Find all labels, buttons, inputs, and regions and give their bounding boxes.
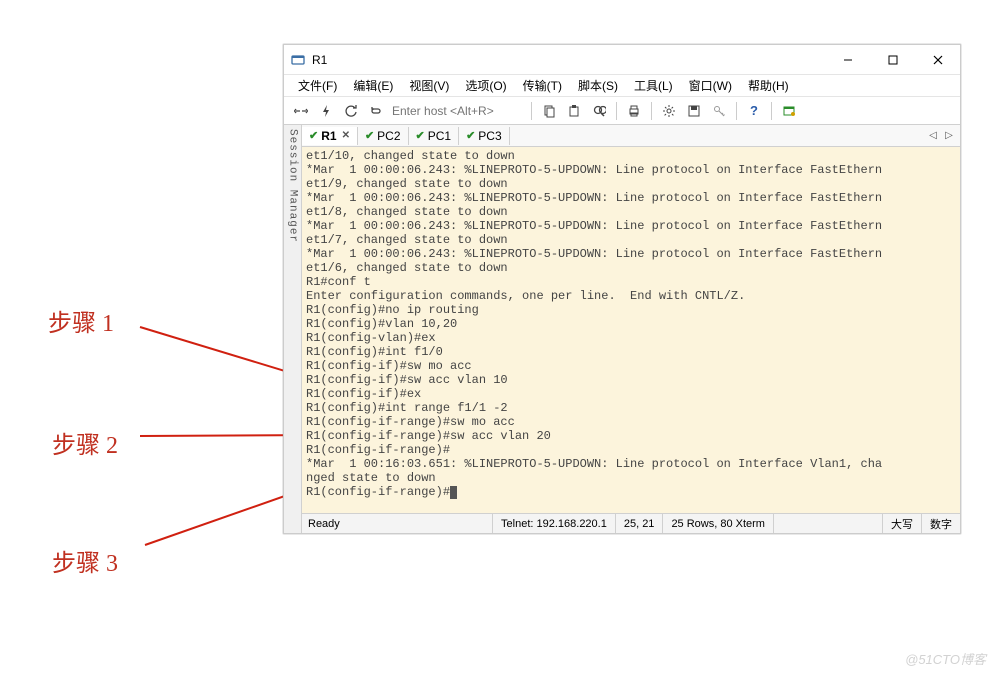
key-icon[interactable] <box>708 100 730 122</box>
close-button[interactable] <box>915 45 960 75</box>
menubar: 文件(F) 编辑(E) 视图(V) 选项(O) 传输(T) 脚本(S) 工具(L… <box>284 75 960 97</box>
tab-label: PC2 <box>377 129 400 143</box>
annotation-step-2: 步骤 2 <box>52 425 118 460</box>
tab-close-icon[interactable]: ✕ <box>342 130 350 141</box>
terminal-line: R1(config)#int f1/0 <box>306 345 956 359</box>
terminal-line: Enter configuration commands, one per li… <box>306 289 956 303</box>
session-manager-panel[interactable]: Session Manager <box>284 125 302 533</box>
status-size: 25 Rows, 80 Xterm <box>662 514 773 533</box>
menu-view[interactable]: 视图(V) <box>403 75 455 96</box>
status-caps: 大写 <box>882 514 921 533</box>
tab-pc1[interactable]: ✔ PC1 <box>409 127 460 145</box>
settings-icon[interactable] <box>658 100 680 122</box>
extra-icon[interactable] <box>778 100 800 122</box>
terminal-line: et1/10, changed state to down <box>306 149 956 163</box>
menu-edit[interactable]: 编辑(E) <box>347 75 399 96</box>
tab-nav-left-icon[interactable]: ◁ <box>926 129 940 143</box>
toolbar-separator <box>736 102 737 120</box>
terminal-line: R1(config-if-range)#sw mo acc <box>306 415 956 429</box>
menu-script[interactable]: 脚本(S) <box>572 75 624 96</box>
window-title: R1 <box>312 53 327 67</box>
tab-pc2[interactable]: ✔ PC2 <box>358 127 409 145</box>
toolbar-separator <box>651 102 652 120</box>
minimize-button[interactable] <box>825 45 870 75</box>
terminal-line: R1(config)#vlan 10,20 <box>306 317 956 331</box>
terminal-line: et1/7, changed state to down <box>306 233 956 247</box>
print-icon[interactable] <box>623 100 645 122</box>
check-icon: ✔ <box>309 129 318 142</box>
terminal-line: *Mar 1 00:00:06.243: %LINEPROTO-5-UPDOWN… <box>306 163 956 177</box>
terminal-line: R1(config-vlan)#ex <box>306 331 956 345</box>
save-icon[interactable] <box>683 100 705 122</box>
terminal-line: *Mar 1 00:00:06.243: %LINEPROTO-5-UPDOWN… <box>306 191 956 205</box>
menu-file[interactable]: 文件(F) <box>292 75 343 96</box>
tab-r1[interactable]: ✔ R1 ✕ <box>302 127 358 145</box>
toolbar: ? <box>284 97 960 125</box>
terminal-line: *Mar 1 00:16:03.651: %LINEPROTO-5-UPDOWN… <box>306 457 956 471</box>
terminal-line: R1(config-if-range)#sw acc vlan 20 <box>306 429 956 443</box>
status-num: 数字 <box>921 514 960 533</box>
session-manager-label: Session Manager <box>287 129 299 243</box>
reconnect-icon[interactable] <box>290 100 312 122</box>
copy-icon[interactable] <box>538 100 560 122</box>
loop-icon[interactable] <box>365 100 387 122</box>
app-window: R1 文件(F) 编辑(E) 视图(V) 选项(O) 传输(T) 脚本(S) 工… <box>283 44 961 534</box>
tab-label: PC3 <box>478 129 501 143</box>
help-icon[interactable]: ? <box>743 100 765 122</box>
terminal-line: nged state to down <box>306 471 956 485</box>
titlebar: R1 <box>284 45 960 75</box>
watermark: @51CTO博客 <box>905 649 986 668</box>
terminal-line: R1(config)#int range f1/1 -2 <box>306 401 956 415</box>
tab-nav-right-icon[interactable]: ▷ <box>942 129 956 143</box>
tab-pc3[interactable]: ✔ PC3 <box>459 127 510 145</box>
status-connection: Telnet: 192.168.220.1 <box>492 514 615 533</box>
menu-options[interactable]: 选项(O) <box>459 75 512 96</box>
menu-window[interactable]: 窗口(W) <box>683 75 738 96</box>
terminal-line: R1(config-if-range)# <box>306 443 956 457</box>
flash-icon[interactable] <box>315 100 337 122</box>
window-controls <box>825 45 960 75</box>
toolbar-separator <box>616 102 617 120</box>
terminal-line: et1/8, changed state to down <box>306 205 956 219</box>
host-input[interactable] <box>390 102 525 120</box>
maximize-button[interactable] <box>870 45 915 75</box>
terminal-line: R1(config-if-range)# <box>306 485 956 499</box>
terminal-line: et1/6, changed state to down <box>306 261 956 275</box>
tabs-row: ✔ R1 ✕ ✔ PC2 ✔ PC1 ✔ PC3 <box>302 125 960 147</box>
status-ready: Ready <box>302 518 492 530</box>
terminal-line: R1(config)#no ip routing <box>306 303 956 317</box>
annotation-step-3: 步骤 3 <box>52 543 118 578</box>
menu-tools[interactable]: 工具(L) <box>628 75 679 96</box>
terminal-line: R1(config-if)#ex <box>306 387 956 401</box>
tab-label: PC1 <box>428 129 451 143</box>
terminal[interactable]: et1/10, changed state to down*Mar 1 00:0… <box>302 147 960 513</box>
annotation-step-1: 步骤 1 <box>48 303 114 338</box>
menu-transfer[interactable]: 传输(T) <box>517 75 568 96</box>
find-icon[interactable] <box>588 100 610 122</box>
menu-help[interactable]: 帮助(H) <box>742 75 795 96</box>
terminal-line: R1(config-if)#sw acc vlan 10 <box>306 373 956 387</box>
tab-label: R1 <box>321 129 336 143</box>
check-icon: ✔ <box>365 129 374 142</box>
status-position: 25, 21 <box>615 514 663 533</box>
app-icon <box>290 52 306 68</box>
statusbar: Ready Telnet: 192.168.220.1 25, 21 25 Ro… <box>302 513 960 533</box>
paste-icon[interactable] <box>563 100 585 122</box>
check-icon: ✔ <box>416 129 425 142</box>
check-icon: ✔ <box>466 129 475 142</box>
cursor <box>450 486 457 499</box>
terminal-line: R1(config-if)#sw mo acc <box>306 359 956 373</box>
terminal-line: et1/9, changed state to down <box>306 177 956 191</box>
toolbar-separator <box>531 102 532 120</box>
sync-icon[interactable] <box>340 100 362 122</box>
terminal-line: *Mar 1 00:00:06.243: %LINEPROTO-5-UPDOWN… <box>306 247 956 261</box>
toolbar-separator <box>771 102 772 120</box>
terminal-line: R1#conf t <box>306 275 956 289</box>
terminal-line: *Mar 1 00:00:06.243: %LINEPROTO-5-UPDOWN… <box>306 219 956 233</box>
